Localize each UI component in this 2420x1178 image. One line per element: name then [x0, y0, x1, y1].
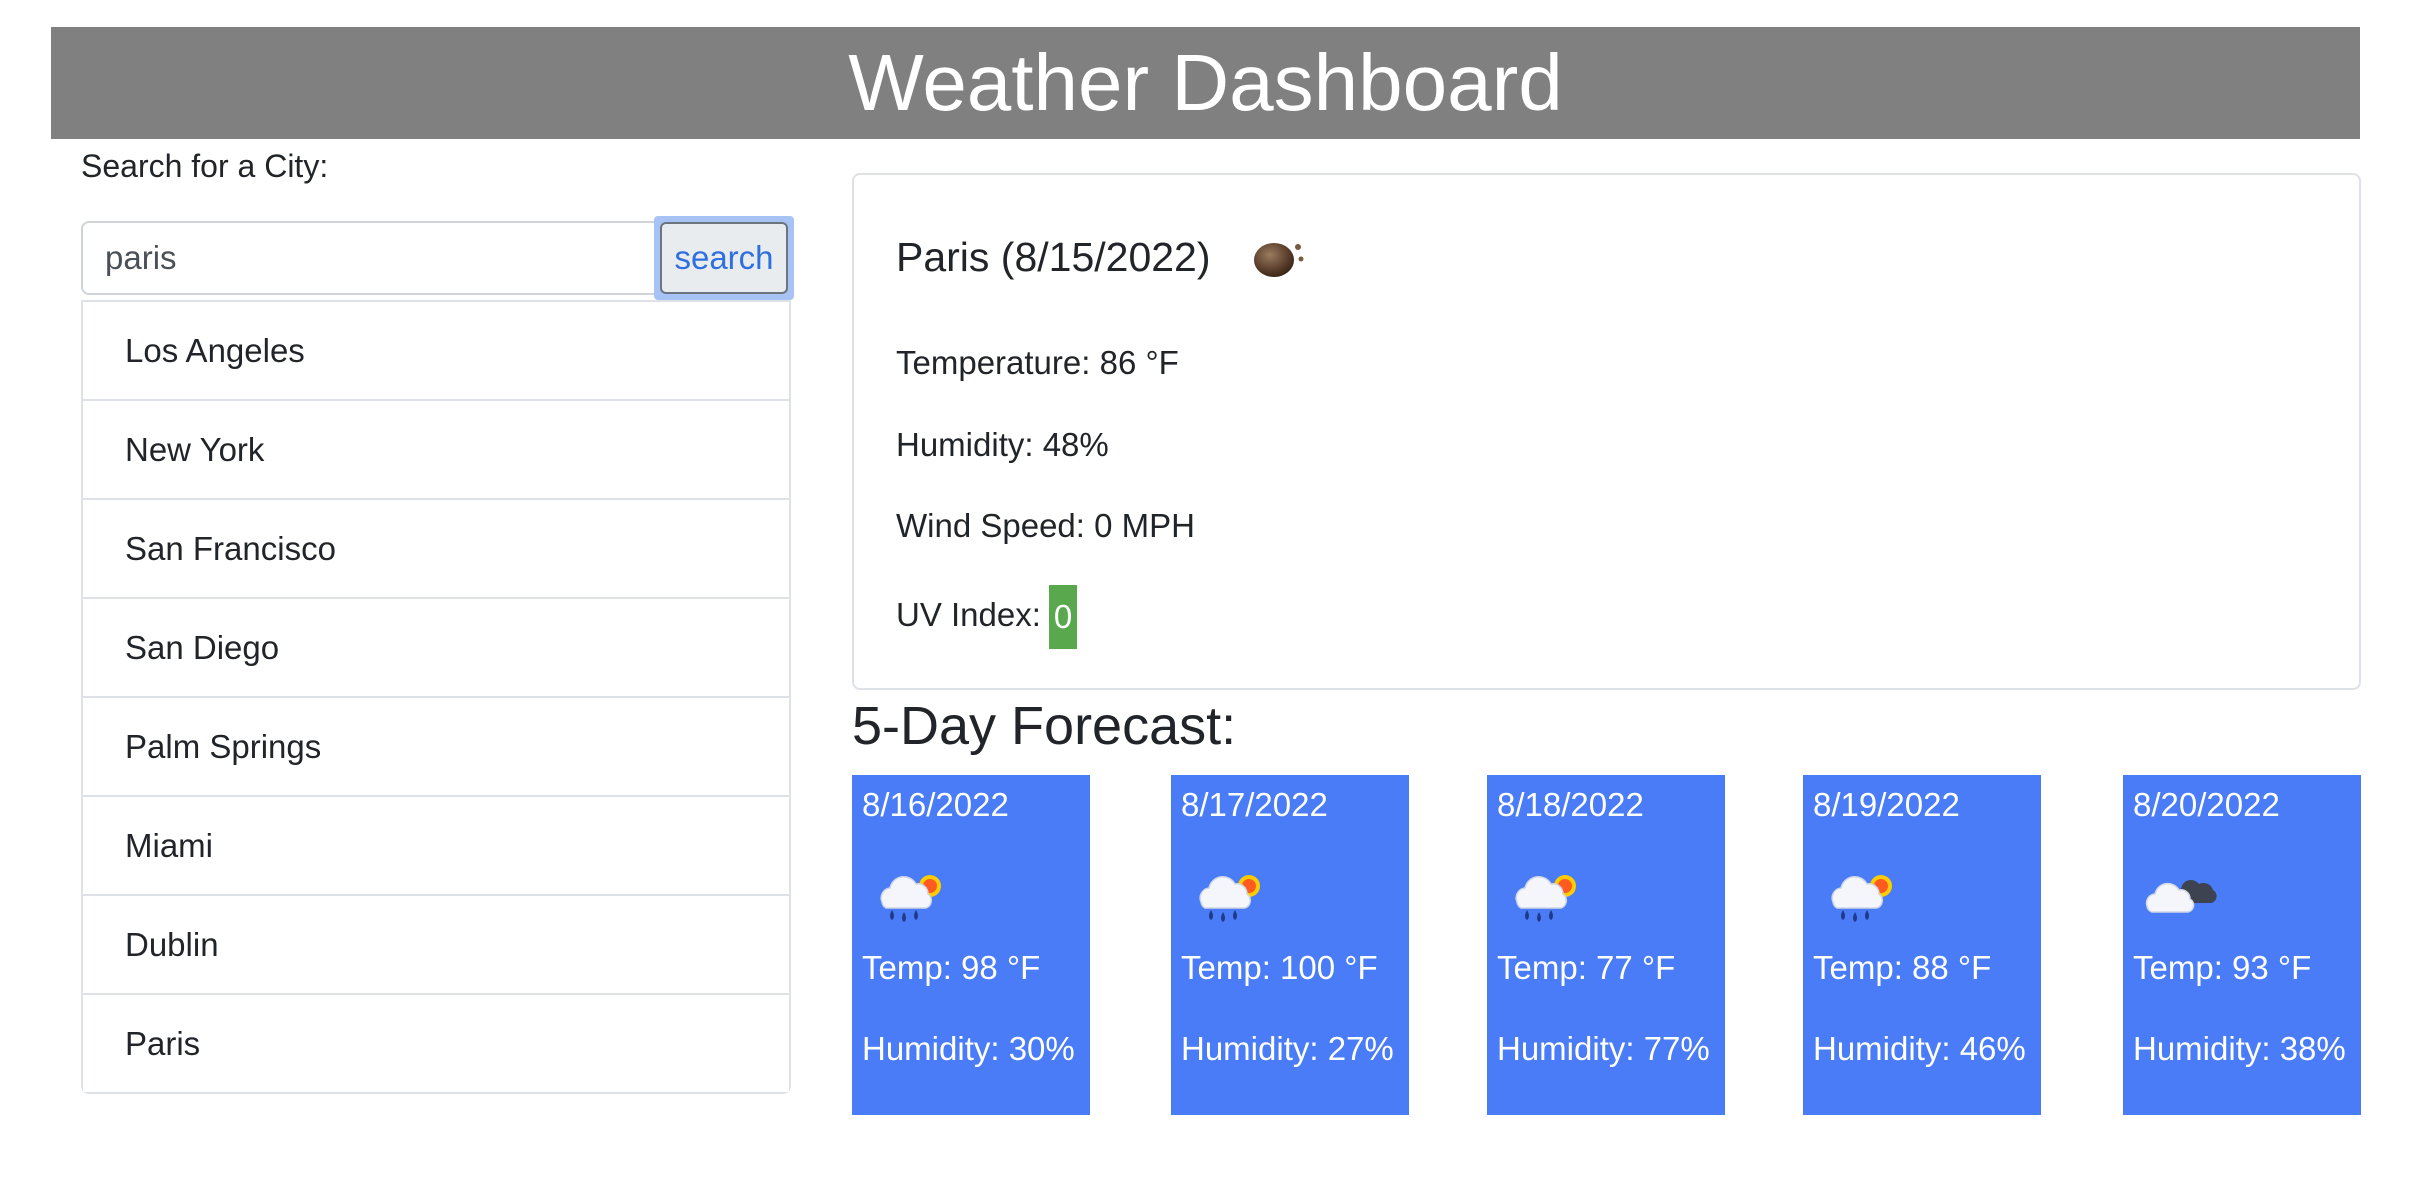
current-uv-index: UV Index: 0	[896, 583, 1078, 650]
search-input[interactable]	[81, 221, 656, 295]
forecast-card: 8/16/2022 Temp: 98 °F Humidity: 30%	[852, 775, 1090, 1115]
cloud-night-icon	[1253, 243, 1304, 277]
search-button-focus-ring: search	[654, 216, 794, 300]
list-item[interactable]: San Diego	[83, 597, 789, 696]
list-item[interactable]: San Francisco	[83, 498, 789, 597]
cloudy-icon	[2145, 880, 2217, 913]
forecast-date: 8/17/2022	[1181, 786, 1328, 823]
list-item[interactable]: Palm Springs	[83, 696, 789, 795]
list-item[interactable]: Los Angeles	[83, 302, 789, 399]
forecast-temp: Temp: 100 °F	[1181, 949, 1378, 986]
uv-index-badge: 0	[1048, 585, 1078, 650]
forecast-temp: Temp: 77 °F	[1497, 949, 1676, 986]
page-title: Weather Dashboard	[848, 38, 1563, 127]
page-header: Weather Dashboard	[51, 27, 2360, 139]
rain-sun-icon	[1831, 875, 1892, 922]
forecast-humidity: Humidity: 38%	[2133, 1030, 2346, 1067]
forecast-card: 8/20/2022 Temp: 93 °F Humidity: 38%	[2123, 775, 2361, 1115]
forecast-date: 8/18/2022	[1497, 786, 1644, 823]
rain-sun-icon	[1515, 875, 1576, 922]
search-button[interactable]: search	[660, 222, 788, 294]
list-item[interactable]: Dublin	[83, 894, 789, 993]
forecast-card: 8/18/2022 Temp: 77 °F Humidity: 77%	[1487, 775, 1725, 1115]
current-temperature: Temperature: 86 °F	[896, 344, 1179, 381]
current-wind-speed: Wind Speed: 0 MPH	[896, 507, 1195, 544]
forecast-date: 8/16/2022	[862, 786, 1009, 823]
rain-sun-icon	[1199, 875, 1260, 922]
current-city-title: Paris (8/15/2022)	[896, 233, 1307, 281]
forecast-date: 8/19/2022	[1813, 786, 1960, 823]
list-item[interactable]: New York	[83, 399, 789, 498]
current-weather-card: Paris (8/15/2022) Temperature: 86 °F Hum…	[852, 173, 2361, 690]
uv-index-label: UV Index:	[896, 596, 1041, 633]
forecast-humidity: Humidity: 30%	[862, 1030, 1075, 1067]
list-item[interactable]: Miami	[83, 795, 789, 894]
search-history-list: Los Angeles New York San Francisco San D…	[81, 300, 791, 1094]
search-form: search	[81, 216, 794, 300]
forecast-card: 8/17/2022 Temp: 100 °F Humidity: 27%	[1171, 775, 1409, 1115]
rain-sun-icon	[880, 875, 941, 922]
forecast-humidity: Humidity: 27%	[1181, 1030, 1394, 1067]
forecast-temp: Temp: 98 °F	[862, 949, 1041, 986]
forecast-title: 5-Day Forecast:	[852, 696, 1237, 756]
forecast-humidity: Humidity: 46%	[1813, 1030, 2026, 1067]
forecast-temp: Temp: 93 °F	[2133, 949, 2312, 986]
forecast-humidity: Humidity: 77%	[1497, 1030, 1710, 1067]
search-label: Search for a City:	[81, 148, 329, 184]
current-humidity: Humidity: 48%	[896, 426, 1109, 463]
forecast-date: 8/20/2022	[2133, 786, 2280, 823]
forecast-temp: Temp: 88 °F	[1813, 949, 1992, 986]
current-city-date: Paris (8/15/2022)	[896, 234, 1211, 280]
list-item[interactable]: Paris	[83, 993, 789, 1092]
forecast-card: 8/19/2022 Temp: 88 °F Humidity: 46%	[1803, 775, 2041, 1115]
